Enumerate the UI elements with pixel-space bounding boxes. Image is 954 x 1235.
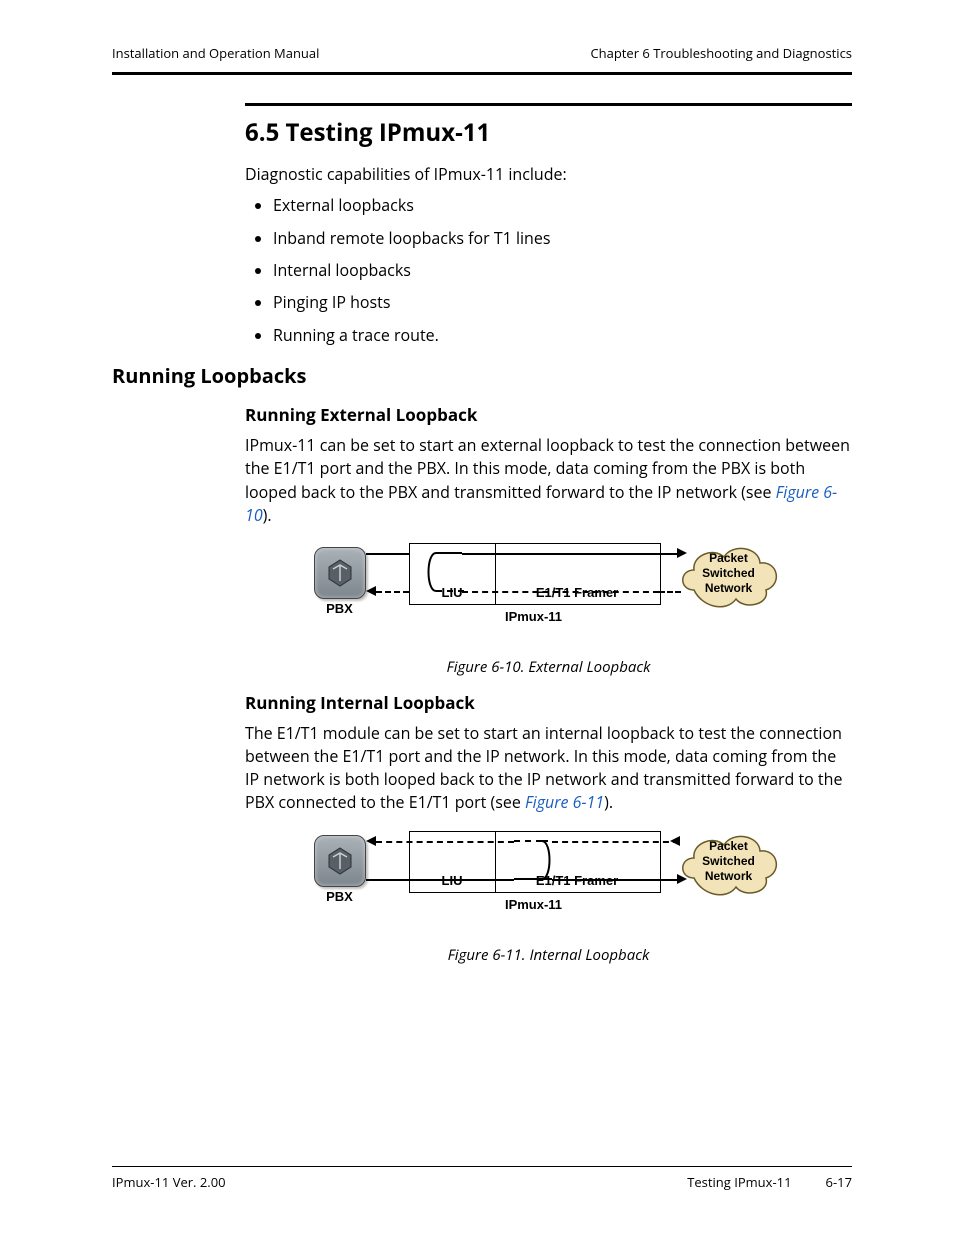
list-item: External loopbacks: [273, 194, 852, 216]
device-label: IPmux-11: [409, 609, 659, 624]
footer-section: Testing IPmux-11: [687, 1173, 791, 1191]
list-item: Pinging IP hosts: [273, 291, 852, 313]
loopback-arc: [426, 551, 464, 595]
figure-6-10: PBX LIU E1/T1 Framer IPmux-11: [245, 541, 852, 677]
header-left: Installation and Operation Manual: [112, 44, 319, 62]
internal-loopback-diagram: PBX LIU E1/T1 Framer IPmux-11 Packet: [314, 829, 784, 939]
external-loopback-diagram: PBX LIU E1/T1 Framer IPmux-11: [314, 541, 784, 651]
page-footer: IPmux-11 Ver. 2.00 Testing IPmux-11 6-17: [112, 1173, 852, 1191]
pbx-label: PBX: [314, 601, 366, 616]
section-rule: [245, 103, 852, 106]
text: ).: [604, 791, 613, 813]
cloud-label: Packet Switched Network: [674, 551, 784, 596]
running-loopbacks-heading: Running Loopbacks: [112, 362, 852, 389]
header-right: Chapter 6 Troubleshooting and Diagnostic…: [590, 44, 852, 62]
pbx-icon: [314, 835, 366, 887]
footer-page-number: 6-17: [826, 1173, 852, 1191]
external-loopback-para: IPmux-11 can be set to start an external…: [245, 434, 852, 527]
section-title: 6.5 Testing IPmux-11: [245, 116, 852, 149]
text: IPmux-11 can be set to start an external…: [245, 434, 850, 502]
device-label: IPmux-11: [409, 897, 659, 912]
page-header: Installation and Operation Manual Chapte…: [112, 44, 852, 68]
text: ).: [263, 504, 272, 526]
figure-6-11: PBX LIU E1/T1 Framer IPmux-11 Packet: [245, 829, 852, 965]
loopback-arc: [514, 839, 552, 883]
figure-6-11-caption: Figure 6-11. Internal Loopback: [448, 945, 650, 965]
section-intro: Diagnostic capabilities of IPmux-11 incl…: [245, 163, 852, 186]
footer-rule: [112, 1166, 852, 1167]
pbx-label: PBX: [314, 889, 366, 904]
list-item: Internal loopbacks: [273, 259, 852, 281]
list-item: Running a trace route.: [273, 324, 852, 346]
external-loopback-heading: Running External Loopback: [245, 403, 852, 426]
list-item: Inband remote loopbacks for T1 lines: [273, 227, 852, 249]
internal-loopback-para: The E1/T1 module can be set to start an …: [245, 722, 852, 815]
internal-loopback-heading: Running Internal Loopback: [245, 691, 852, 714]
figure-link-6-11[interactable]: Figure 6-11: [525, 791, 604, 813]
cloud-label: Packet Switched Network: [674, 839, 784, 884]
figure-6-10-caption: Figure 6-10. External Loopback: [447, 657, 651, 677]
capabilities-list: External loopbacks Inband remote loopbac…: [245, 194, 852, 346]
footer-left: IPmux-11 Ver. 2.00: [112, 1173, 226, 1191]
pbx-icon: [314, 547, 366, 599]
